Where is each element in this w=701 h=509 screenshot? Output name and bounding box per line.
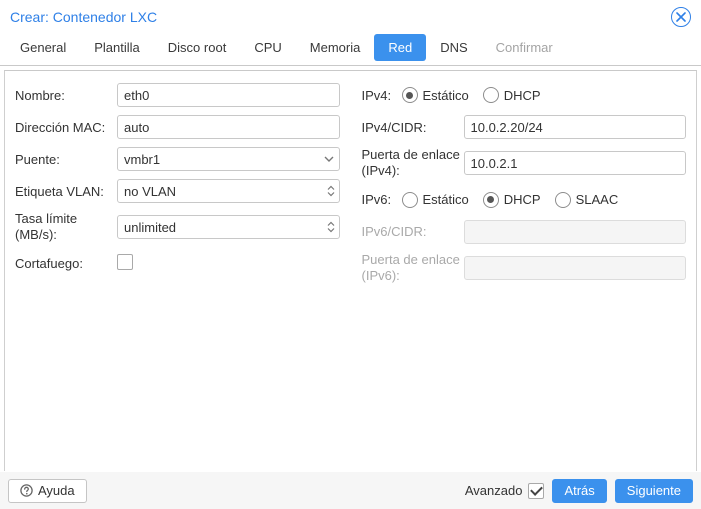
tab-strip: General Plantilla Disco root CPU Memoria… (0, 34, 701, 66)
advanced-toggle[interactable]: Avanzado (465, 483, 545, 499)
checkbox-icon (528, 483, 544, 499)
name-label: Nombre: (15, 88, 117, 103)
tab-memoria[interactable]: Memoria (296, 34, 375, 61)
gw4-label: Puerta de enlace (IPv4): (362, 147, 464, 180)
tab-plantilla[interactable]: Plantilla (80, 34, 154, 61)
radio-icon (402, 87, 418, 103)
ipv4-label: IPv4: (362, 88, 402, 103)
radio-icon (483, 192, 499, 208)
checkbox-icon (117, 254, 133, 270)
firewall-checkbox[interactable] (117, 254, 133, 270)
left-column: Nombre: Dirección MAC: Puente: (15, 83, 340, 459)
dialog-footer: Ayuda Avanzado Atrás Siguiente (0, 471, 701, 509)
name-input[interactable] (117, 83, 340, 107)
ipv6-slaac-radio[interactable]: SLAAC (555, 192, 619, 208)
next-button-label: Siguiente (627, 483, 681, 498)
bridge-combo[interactable] (117, 147, 340, 171)
gw6-input (464, 256, 687, 280)
ipv4cidr-input[interactable] (464, 115, 687, 139)
firewall-label: Cortafuego: (15, 256, 117, 271)
rate-label: Tasa límite (MB/s): (15, 211, 117, 244)
ipv6-dhcp-radio-label: DHCP (504, 192, 541, 207)
radio-icon (555, 192, 571, 208)
dialog-create-lxc: Crear: Contenedor LXC General Plantilla … (0, 0, 701, 509)
ipv4-static-radio[interactable]: Estático (402, 87, 469, 103)
tab-confirmar: Confirmar (482, 34, 567, 61)
form-body: Nombre: Dirección MAC: Puente: (4, 70, 697, 472)
tab-general[interactable]: General (6, 34, 80, 61)
ipv6-label: IPv6: (362, 192, 402, 207)
back-button-label: Atrás (564, 483, 594, 498)
mac-label: Dirección MAC: (15, 120, 117, 135)
dialog-title: Crear: Contenedor LXC (10, 9, 671, 25)
tab-red[interactable]: Red (374, 34, 426, 61)
close-button[interactable] (671, 7, 691, 27)
vlan-label: Etiqueta VLAN: (15, 184, 117, 199)
vlan-spinner[interactable] (117, 179, 340, 203)
ipv4-dhcp-radio-label: DHCP (504, 88, 541, 103)
ipv6-slaac-radio-label: SLAAC (576, 192, 619, 207)
next-button[interactable]: Siguiente (615, 479, 693, 503)
advanced-label: Avanzado (465, 483, 523, 498)
right-column: IPv4: Estático DHCP IPv4/CIDR: (362, 83, 687, 459)
tab-dns[interactable]: DNS (426, 34, 481, 61)
ipv6cidr-label: IPv6/CIDR: (362, 224, 464, 239)
close-icon (676, 12, 686, 22)
ipv6-dhcp-radio[interactable]: DHCP (483, 192, 541, 208)
ipv4-dhcp-radio[interactable]: DHCP (483, 87, 541, 103)
bridge-label: Puente: (15, 152, 117, 167)
back-button[interactable]: Atrás (552, 479, 606, 503)
tab-cpu[interactable]: CPU (240, 34, 295, 61)
ipv6-static-radio[interactable]: Estático (402, 192, 469, 208)
ipv4-static-radio-label: Estático (423, 88, 469, 103)
ipv6-static-radio-label: Estático (423, 192, 469, 207)
gw4-input[interactable] (464, 151, 687, 175)
tab-disco-root[interactable]: Disco root (154, 34, 241, 61)
radio-icon (483, 87, 499, 103)
rate-spinner[interactable] (117, 215, 340, 239)
gw6-label: Puerta de enlace (IPv6): (362, 252, 464, 285)
help-icon (20, 484, 33, 497)
help-button-label: Ayuda (38, 483, 75, 498)
ipv6cidr-input (464, 220, 687, 244)
title-bar: Crear: Contenedor LXC (0, 0, 701, 34)
radio-icon (402, 192, 418, 208)
ipv4cidr-label: IPv4/CIDR: (362, 120, 464, 135)
mac-input[interactable] (117, 115, 340, 139)
help-button[interactable]: Ayuda (8, 479, 87, 503)
